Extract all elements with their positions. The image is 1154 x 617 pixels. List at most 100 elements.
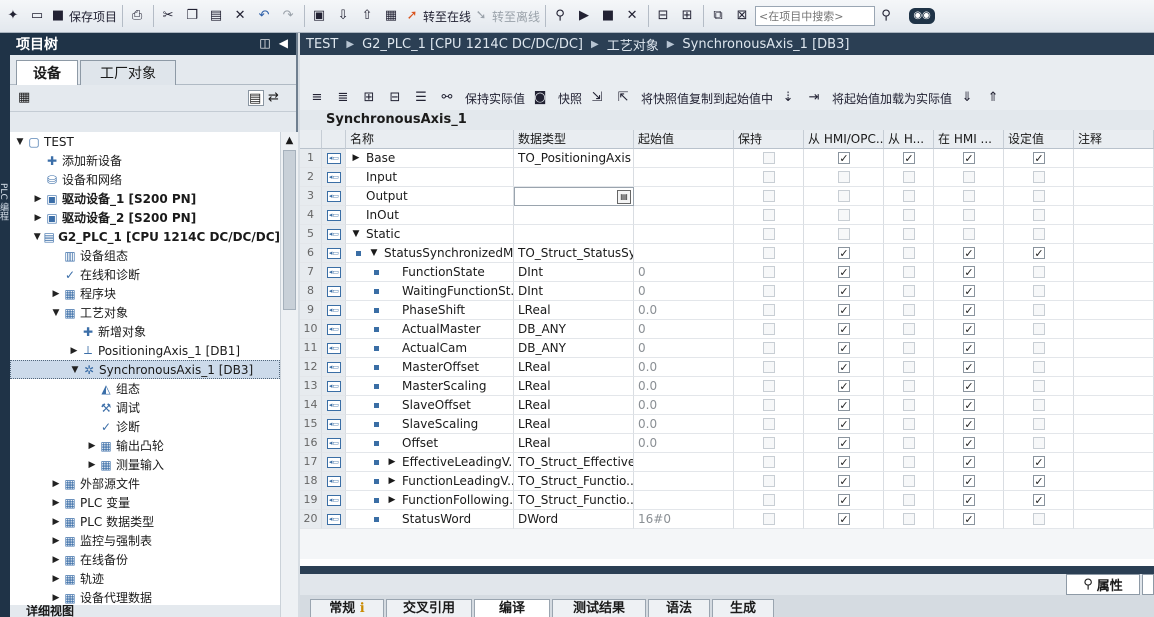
copy-snapshot-button[interactable]: 将快照值复制到起始值中: [638, 86, 773, 110]
retain-cell[interactable]: [734, 168, 804, 187]
checkbox[interactable]: ✓: [963, 437, 975, 449]
tree-settings-icon[interactable]: ▦: [18, 90, 34, 106]
name-cell[interactable]: SlaveScaling: [346, 415, 514, 434]
header-name[interactable]: 名称: [346, 130, 514, 149]
checkbox[interactable]: [963, 171, 975, 183]
table-row[interactable]: 10 ◂▭ ActualMaster DB_ANY 0 ✓ ✓: [300, 320, 1154, 339]
retain-cell[interactable]: [734, 396, 804, 415]
visible-hmi-cell[interactable]: [934, 206, 1004, 225]
checkbox[interactable]: [763, 304, 775, 316]
accessible-hmi-cell[interactable]: ✓: [804, 320, 884, 339]
data-type-cell[interactable]: LReal: [514, 301, 634, 320]
writable-hmi-cell[interactable]: [884, 244, 934, 263]
comment-cell[interactable]: [1074, 263, 1154, 282]
retain-cell[interactable]: [734, 263, 804, 282]
checkbox[interactable]: ✓: [838, 399, 850, 411]
download-button[interactable]: ⇩: [332, 4, 354, 28]
setpoint-cell[interactable]: ✓: [1004, 453, 1074, 472]
start-value-cell[interactable]: 0.0: [634, 396, 734, 415]
checkbox[interactable]: [1033, 361, 1045, 373]
setpoint-cell[interactable]: [1004, 187, 1074, 206]
expand-arrow-icon[interactable]: ▶: [50, 289, 62, 299]
retain-cell[interactable]: [734, 149, 804, 168]
tree-item[interactable]: ✓ 在线和诊断: [10, 265, 280, 284]
open-project-button[interactable]: ▭: [26, 4, 48, 28]
expand-arrow-icon[interactable]: ▶: [86, 441, 98, 451]
tree-item[interactable]: ▼ ▢ TEST: [10, 132, 280, 151]
writable-hmi-cell[interactable]: [884, 263, 934, 282]
checkbox[interactable]: [903, 399, 915, 411]
retain-cell[interactable]: [734, 472, 804, 491]
table-row[interactable]: 5 ◂▭ ▼ Static: [300, 225, 1154, 244]
comment-cell[interactable]: [1074, 491, 1154, 510]
comment-cell[interactable]: [1074, 187, 1154, 206]
writable-hmi-cell[interactable]: [884, 377, 934, 396]
start-value-cell[interactable]: 0: [634, 339, 734, 358]
inspector-tab[interactable]: 常规 ℹ: [310, 599, 384, 617]
tree-item[interactable]: ▶ ▦ PLC 变量: [10, 493, 280, 512]
setpoint-cell[interactable]: [1004, 263, 1074, 282]
collapse-panel-icon[interactable]: ◀: [279, 36, 288, 50]
comment-cell[interactable]: [1074, 225, 1154, 244]
retain-cell[interactable]: [734, 434, 804, 453]
writable-hmi-cell[interactable]: [884, 358, 934, 377]
data-type-cell[interactable]: LReal: [514, 358, 634, 377]
visible-hmi-cell[interactable]: ✓: [934, 149, 1004, 168]
accessible-hmi-cell[interactable]: ✓: [804, 301, 884, 320]
name-cell[interactable]: ▶ FunctionLeadingV...: [346, 472, 514, 491]
tree-refresh-icon[interactable]: ⇄: [268, 90, 284, 106]
data-type-cell[interactable]: TO_Struct_Functio...: [514, 491, 634, 510]
checkbox[interactable]: ✓: [963, 456, 975, 468]
table-row[interactable]: 9 ◂▭ PhaseShift LReal 0.0 ✓ ✓: [300, 301, 1154, 320]
writable-hmi-cell[interactable]: ✓: [884, 149, 934, 168]
checkbox[interactable]: [963, 190, 975, 202]
checkbox[interactable]: [903, 418, 915, 430]
collapse-arrow-icon[interactable]: ▼: [368, 244, 380, 262]
upload-values-button[interactable]: ⇑: [982, 86, 1004, 110]
name-cell[interactable]: FunctionState: [346, 263, 514, 282]
tree-item[interactable]: ⛁ 设备和网络: [10, 170, 280, 189]
comment-cell[interactable]: [1074, 396, 1154, 415]
name-cell[interactable]: StatusWord: [346, 510, 514, 529]
table-row[interactable]: 11 ◂▭ ActualCam DB_ANY 0 ✓ ✓: [300, 339, 1154, 358]
accessible-hmi-cell[interactable]: [804, 187, 884, 206]
expand-arrow-icon[interactable]: ▶: [350, 149, 362, 167]
checkbox[interactable]: [763, 399, 775, 411]
comment-cell[interactable]: [1074, 282, 1154, 301]
tree-item[interactable]: ▶ ▦ 外部源文件: [10, 474, 280, 493]
table-row[interactable]: 7 ◂▭ FunctionState DInt 0 ✓ ✓: [300, 263, 1154, 282]
checkbox[interactable]: ✓: [1033, 475, 1045, 487]
accessible-hmi-cell[interactable]: ✓: [804, 149, 884, 168]
tree-item[interactable]: ▼ ✲ SynchronousAxis_1 [DB3]: [10, 360, 280, 379]
start-value-cell[interactable]: 0: [634, 282, 734, 301]
setpoint-cell[interactable]: [1004, 377, 1074, 396]
table-row[interactable]: 4 ◂▭ InOut: [300, 206, 1154, 225]
expand-arrow-icon[interactable]: ▶: [50, 498, 62, 508]
start-value-cell[interactable]: [634, 206, 734, 225]
checkbox[interactable]: [763, 285, 775, 297]
table-row[interactable]: 14 ◂▭ SlaveOffset LReal 0.0 ✓ ✓: [300, 396, 1154, 415]
expand-arrow-icon[interactable]: ▶: [50, 574, 62, 584]
table-row[interactable]: 1 ◂▭ ▶ Base TO_PositioningAxis ✓ ✓ ✓ ✓: [300, 149, 1154, 168]
checkbox[interactable]: ✓: [963, 418, 975, 430]
checkbox[interactable]: [903, 266, 915, 278]
visible-hmi-cell[interactable]: ✓: [934, 320, 1004, 339]
visible-hmi-cell[interactable]: ✓: [934, 434, 1004, 453]
setpoint-cell[interactable]: [1004, 225, 1074, 244]
cross-reference-button[interactable]: ✕: [621, 4, 643, 28]
data-type-cell[interactable]: TO_Struct_StatusSy...: [514, 244, 634, 263]
expand-arrow-icon[interactable]: ▶: [386, 472, 398, 490]
retain-cell[interactable]: [734, 358, 804, 377]
comment-cell[interactable]: [1074, 206, 1154, 225]
new-project-button[interactable]: ✦: [2, 4, 24, 28]
comment-cell[interactable]: [1074, 320, 1154, 339]
tree-item[interactable]: ▼ ▤ G2_PLC_1 [CPU 1214C DC/DC/DC]: [10, 227, 280, 246]
table-row[interactable]: 2 ◂▭ Input: [300, 168, 1154, 187]
table-row[interactable]: 17 ◂▭ ▶ EffectiveLeadingV... TO_Struct_Effec…: [300, 453, 1154, 472]
tree-item[interactable]: ▼ ▦ 工艺对象: [10, 303, 280, 322]
visible-hmi-cell[interactable]: ✓: [934, 301, 1004, 320]
writable-hmi-cell[interactable]: [884, 472, 934, 491]
setpoint-cell[interactable]: ✓: [1004, 149, 1074, 168]
expand-arrow-icon[interactable]: ▶: [50, 517, 62, 527]
table-row[interactable]: 6 ◂▭ ▼ StatusSynchronizedM... TO_Struct_Stat…: [300, 244, 1154, 263]
